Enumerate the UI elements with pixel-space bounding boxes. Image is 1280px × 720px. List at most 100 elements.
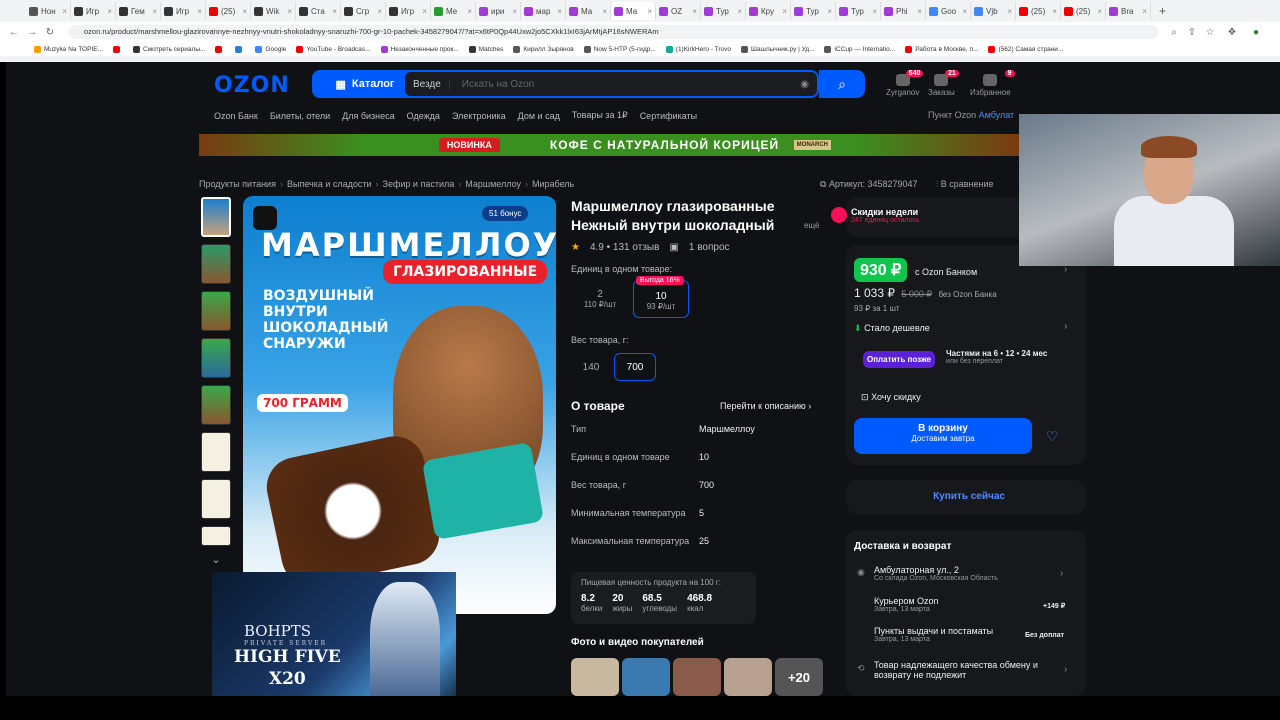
want-discount-button[interactable]: ⊡ Хочу скидку <box>861 392 921 403</box>
close-tab-icon[interactable]: × <box>1142 7 1147 16</box>
bookmark-item[interactable] <box>113 45 123 53</box>
browser-tab[interactable]: Игр × <box>161 2 206 20</box>
pickup-delivery[interactable]: Пункты выдачи и постаматы Завтра, 13 мар… <box>874 626 993 643</box>
close-tab-icon[interactable]: × <box>647 7 652 16</box>
browser-tab[interactable]: (25) × <box>1016 2 1061 20</box>
bookmark-star-icon[interactable]: ☆ <box>1204 27 1216 38</box>
bookmark-item[interactable]: Незаконченные прок... <box>380 45 459 53</box>
subnav-item[interactable]: Билеты, отели <box>270 111 330 121</box>
thumbnail[interactable] <box>201 385 231 425</box>
chevron-down-icon[interactable]: ⌄ <box>201 553 231 566</box>
chevron-right-icon[interactable]: › <box>1064 321 1067 332</box>
bookmark-item[interactable]: Muzyka Na TOPIE... <box>34 45 103 53</box>
thumbnail[interactable] <box>201 479 231 519</box>
breadcrumb-item[interactable]: Маршмеллоу <box>465 179 521 189</box>
add-to-cart-button[interactable]: В корзину Доставим завтра <box>854 418 1032 454</box>
close-tab-icon[interactable]: × <box>1052 7 1057 16</box>
close-tab-icon[interactable]: × <box>377 7 382 16</box>
installments[interactable]: Частями на 6 • 12 • 24 мес или без переп… <box>946 349 1047 365</box>
subnav-item[interactable]: Электроника <box>452 111 506 121</box>
subnav-item[interactable]: Ozon Банк <box>214 111 258 121</box>
browser-tab[interactable]: (25) × <box>1061 2 1106 20</box>
zoom-icon[interactable]: ⌕ <box>1168 27 1180 38</box>
browser-tab[interactable]: Hон × <box>26 2 71 20</box>
browser-tab[interactable]: ири × <box>476 2 521 20</box>
close-tab-icon[interactable]: × <box>827 7 832 16</box>
weight-option-700[interactable]: 700 <box>614 353 656 381</box>
breadcrumb-item[interactable]: Продукты питания <box>199 179 276 189</box>
bonus-badge[interactable]: 51 бонус <box>482 206 529 221</box>
bookmark-item[interactable]: YouTube - Broadcas... <box>296 45 371 53</box>
weight-option-140[interactable]: 140 <box>578 355 604 381</box>
search-button[interactable]: ⌕ <box>819 70 865 98</box>
buyer-photo[interactable] <box>673 658 721 696</box>
browser-tab[interactable]: Wik × <box>251 2 296 20</box>
buyer-photo[interactable] <box>724 658 772 696</box>
article-number[interactable]: ⧉ Артикул: 3458279047 <box>820 179 918 190</box>
close-tab-icon[interactable]: × <box>62 7 67 16</box>
browser-tab[interactable]: Ме × <box>431 2 476 20</box>
ozon-logo[interactable]: OZON <box>214 73 290 98</box>
subnav-item[interactable]: Сертификаты <box>640 111 697 121</box>
header-icon-0[interactable]: 540 Zyrganov <box>886 70 924 97</box>
header-icon-1[interactable]: 21 Заказы <box>928 70 959 97</box>
rating-row[interactable]: ★ 4.9 • 131 отзыв ▣ 1 вопрос <box>571 242 730 253</box>
pickup-point[interactable]: Пункт Ozon Амбулат <box>928 110 1014 120</box>
browser-tab[interactable]: мар × <box>521 2 566 20</box>
close-tab-icon[interactable]: × <box>1097 7 1102 16</box>
browser-tab[interactable]: Ма × <box>566 2 611 20</box>
breadcrumb-item[interactable]: Выпечка и сладости <box>287 179 372 189</box>
profile-icon[interactable]: ● <box>1250 27 1262 38</box>
browser-tab[interactable]: Игр × <box>71 2 116 20</box>
compare-button[interactable]: ⫶ В сравнение <box>936 179 994 190</box>
thumbnail[interactable] <box>201 526 231 546</box>
bookmark-item[interactable]: iCCup — Internatio... <box>824 45 895 53</box>
title-more-link[interactable]: ещё <box>804 221 819 230</box>
search-box[interactable]: Везде Искать на Ozon ◉ <box>403 70 819 98</box>
camera-icon[interactable]: ◉ <box>800 79 809 90</box>
buyer-photo[interactable] <box>571 658 619 696</box>
bookmark-item[interactable]: Кирилл Зырянов <box>513 45 574 53</box>
thumbnail[interactable] <box>201 338 231 378</box>
chevron-right-icon[interactable]: › <box>1064 664 1067 675</box>
back-icon[interactable]: ← <box>8 27 20 38</box>
new-tab-button[interactable]: + <box>1159 4 1166 18</box>
header-icon-2[interactable]: 9 Избранное <box>970 70 1015 97</box>
bookmark-item[interactable]: Now 5-HTP (5-гидр... <box>583 45 656 53</box>
search-scope-select[interactable]: Везде <box>405 78 450 90</box>
lens-search-icon[interactable] <box>253 206 277 230</box>
extensions-icon[interactable]: ❖ <box>1226 27 1238 38</box>
thumbnail[interactable] <box>201 432 231 472</box>
close-tab-icon[interactable]: × <box>152 7 157 16</box>
go-to-description-link[interactable]: Перейти к описанию › <box>720 401 811 411</box>
buy-now-button[interactable]: Купить сейчас <box>854 485 1084 509</box>
price-drop[interactable]: ⬇ Стало дешевле <box>854 323 930 334</box>
questions-link[interactable]: 1 вопрос <box>689 242 730 253</box>
browser-tab[interactable]: Сгр × <box>341 2 386 20</box>
thumbnail[interactable] <box>201 197 231 237</box>
browser-tab[interactable]: Ма × <box>611 2 656 20</box>
breadcrumb-item[interactable]: Зефир и пастила <box>383 179 455 189</box>
subnav-item[interactable]: Товары за 1₽ <box>572 110 628 121</box>
close-tab-icon[interactable]: × <box>962 7 967 16</box>
bookmark-item[interactable]: Смотреть сериалы... <box>133 45 205 53</box>
close-tab-icon[interactable]: × <box>872 7 877 16</box>
close-tab-icon[interactable]: × <box>557 7 562 16</box>
browser-tab[interactable]: OZ × <box>656 2 701 20</box>
close-tab-icon[interactable]: × <box>692 7 697 16</box>
weekly-discounts[interactable]: Скидки недели 247 единиц осталось <box>831 207 920 224</box>
browser-tab[interactable]: Кру × <box>746 2 791 20</box>
browser-tab[interactable]: Игр × <box>386 2 431 20</box>
bookmark-item[interactable]: (1)KirkHero - Trovo <box>665 45 731 53</box>
thumbnail[interactable] <box>201 244 231 284</box>
close-tab-icon[interactable]: × <box>107 7 112 16</box>
delivery-address[interactable]: Амбулаторная ул., 2 Со склада Ozon, Моск… <box>874 565 998 582</box>
browser-tab[interactable]: Vjb × <box>971 2 1016 20</box>
browser-tab[interactable]: Goo × <box>926 2 971 20</box>
bookmark-item[interactable]: Шашлычник.ру | Уд... <box>741 45 814 53</box>
more-photos-button[interactable]: +20 <box>775 658 823 696</box>
reload-icon[interactable]: ↻ <box>44 27 56 38</box>
bookmark-item[interactable]: Google <box>255 45 286 53</box>
share-icon[interactable]: ⇪ <box>1186 27 1198 38</box>
close-tab-icon[interactable]: × <box>467 7 472 16</box>
